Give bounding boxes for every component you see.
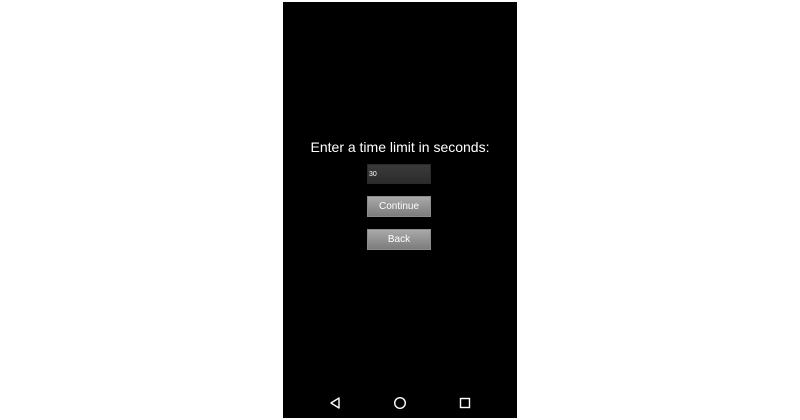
nav-home-button[interactable] (385, 388, 415, 418)
continue-button[interactable]: Continue (367, 196, 431, 217)
back-button[interactable]: Back (367, 229, 431, 250)
navigation-bar (283, 388, 517, 418)
recents-square-icon (459, 397, 471, 409)
home-circle-icon (393, 396, 407, 410)
back-triangle-icon (330, 397, 340, 409)
time-limit-input[interactable] (367, 164, 431, 184)
time-limit-prompt: Enter a time limit in seconds: (310, 139, 490, 155)
nav-recents-button[interactable] (450, 388, 480, 418)
phone-screen: Enter a time limit in seconds: Continue … (283, 2, 517, 418)
nav-back-button[interactable] (320, 388, 350, 418)
